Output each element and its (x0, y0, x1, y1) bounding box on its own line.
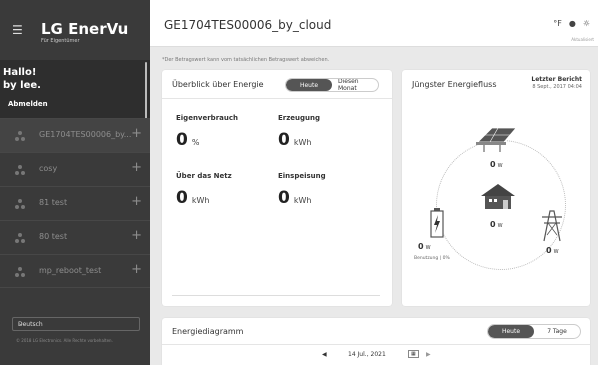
greeting-line-1: Hallo! (3, 67, 37, 78)
card-title: Überblick über Energie (172, 80, 264, 89)
add-icon[interactable]: + (131, 127, 142, 140)
sidebar-item-system[interactable]: 81 test + (0, 186, 150, 220)
sidebar-item-system[interactable]: 80 test + (0, 220, 150, 254)
system-icon (15, 131, 25, 141)
diagram-period-toggle: Heute 7 Tage (487, 324, 581, 339)
next-day-button[interactable]: ▶ (426, 351, 431, 358)
sidebar-item-system[interactable]: mp_reboot_test + (0, 254, 150, 288)
report-date: 8 Sept., 2017 04:04 (532, 84, 582, 90)
feed-in-value: 0 kWh (278, 188, 312, 208)
greeting-line-2: by lee. (3, 80, 41, 91)
house-icon (481, 184, 515, 209)
drop-icon: ● (568, 19, 576, 28)
brand-name: LG EnerVu (41, 20, 129, 38)
page-header: GE1704TES00006_by_cloud °F ● ☼ Aktualisi… (150, 0, 598, 47)
solar-panel-icon (476, 127, 517, 152)
tab-this-month[interactable]: Diesen Monat (332, 79, 378, 91)
temperature-unit-toggle[interactable]: °F (553, 20, 562, 28)
sidebar-item-label: 81 test (39, 198, 68, 207)
report-label: Letzter Bericht (531, 76, 582, 83)
add-icon[interactable]: + (131, 161, 142, 174)
add-icon[interactable]: + (131, 229, 142, 242)
system-icon (15, 199, 25, 209)
power-grid-icon (542, 210, 562, 242)
consumption-value: 0% (176, 130, 200, 150)
brand-subtitle: Für Eigentümer (41, 38, 80, 44)
add-icon[interactable]: + (131, 195, 142, 208)
calendar-icon[interactable]: ▦ (408, 350, 419, 358)
overview-period-toggle: Heute Diesen Monat (285, 78, 379, 92)
copyright: © 2018 LG Electronics. Alle Rechte vorbe… (16, 338, 113, 343)
sidebar-item-label: GE1704TES00006_by... (39, 130, 132, 139)
grid-power-value: 0W (546, 246, 559, 255)
consumption-label: Eigenverbrauch (176, 114, 238, 122)
language-select[interactable]: Deutsch ⌄ (12, 317, 140, 331)
energy-diagram-card: Energiediagramm Heute 7 Tage ◀ 14 Jul., … (162, 318, 590, 365)
logout-link[interactable]: Abmelden (8, 100, 48, 108)
user-greeting: Hallo! by lee. Abmelden (0, 60, 150, 120)
page-title: GE1704TES00006_by_cloud (164, 18, 332, 32)
weather-note: Aktualisiert (571, 37, 594, 42)
system-icon (15, 267, 25, 277)
generation-value: 0 kWh (278, 130, 312, 150)
disclaimer: *Der Betragswert kann vom tatsächlichen … (162, 57, 330, 63)
sidebar-item-label: 80 test (39, 232, 68, 241)
self-sufficiency: Benutzung | 0% (414, 256, 450, 261)
tab-7-days[interactable]: 7 Tage (534, 325, 580, 338)
add-icon[interactable]: + (131, 263, 142, 276)
divider (172, 295, 380, 296)
diagram-date: 14 Jul., 2021 (348, 351, 386, 358)
system-icon (15, 165, 25, 175)
grid-import-label: Über das Netz (176, 172, 232, 180)
chevron-down-icon: ⌄ (18, 320, 24, 327)
energy-overview-card: Überblick über Energie Heute Diesen Mona… (162, 70, 392, 306)
house-power-value: 0W (490, 220, 503, 229)
brand: ☰ LG EnerVu Für Eigentümer (0, 0, 150, 58)
battery-icon (430, 208, 444, 238)
sidebar-item-label: cosy (39, 164, 58, 173)
tab-today[interactable]: Heute (488, 325, 534, 338)
sidebar: ☰ LG EnerVu Für Eigentümer Hallo! by lee… (0, 0, 150, 365)
menu-icon[interactable]: ☰ (12, 24, 23, 36)
sidebar-item-system[interactable]: GE1704TES00006_by... + (0, 118, 150, 152)
system-icon (15, 233, 25, 243)
card-title: Energiediagramm (172, 327, 244, 336)
generation-label: Erzeugung (278, 114, 321, 122)
sun-icon: ☼ (582, 19, 590, 28)
battery-power-value: 0W (418, 242, 431, 251)
feed-in-label: Einspeisung (278, 172, 326, 180)
card-title: Jüngster Energiefluss (412, 80, 497, 89)
tab-today[interactable]: Heute (286, 79, 332, 91)
solar-power-value: 0W (490, 160, 503, 169)
energy-flow-card: Jüngster Energiefluss Letzter Bericht 8 … (402, 70, 590, 306)
sidebar-item-label: mp_reboot_test (39, 266, 102, 275)
sidebar-scrollbar[interactable] (145, 62, 147, 120)
previous-day-button[interactable]: ◀ (322, 351, 327, 358)
grid-import-value: 0 kWh (176, 188, 210, 208)
sidebar-item-system[interactable]: cosy + (0, 152, 150, 186)
